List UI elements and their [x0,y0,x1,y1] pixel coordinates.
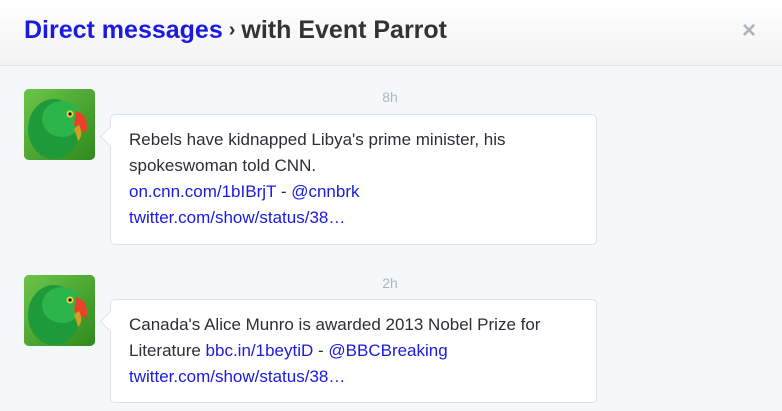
parrot-icon [24,89,95,160]
message-timestamp: 8h [382,89,398,105]
message-text: spokeswoman told CNN. [129,156,317,175]
avatar[interactable] [24,89,95,160]
parrot-icon [24,275,95,346]
breadcrumb-separator: › [228,19,236,41]
page-title: Direct messages › with Event Parrot [24,16,447,45]
short-link[interactable]: on.cnn.com/1bIBrjT [129,182,276,201]
message-timestamp: 2h [382,275,398,291]
mention-link[interactable]: @cnnbrk [291,182,359,201]
message-links: Literature bbc.in/1beytiD - @BBCBreaking [129,338,578,364]
avatar[interactable] [24,275,95,346]
message-text: Canada's Alice Munro is awarded 2013 Nob… [129,315,541,334]
direct-messages-link[interactable]: Direct messages [24,16,223,44]
dash: - [313,341,329,360]
status-link-line: twitter.com/show/status/38… [129,364,578,390]
message-text: Rebels have kidnapped Libya's prime mini… [129,130,506,149]
conversation-title: with Event Parrot [241,16,447,44]
message-links: on.cnn.com/1bIBrjT - @cnnbrk [129,179,578,205]
mention-link[interactable]: @BBCBreaking [328,341,447,360]
modal-header: Direct messages › with Event Parrot × [0,0,782,66]
message-bubble: Rebels have kidnapped Libya's prime mini… [110,114,597,245]
message-text: Literature [129,341,206,360]
status-link-line: twitter.com/show/status/38… [129,205,578,231]
message-bubble: Canada's Alice Munro is awarded 2013 Nob… [110,299,597,403]
short-link[interactable]: bbc.in/1beytiD [206,341,314,360]
status-link[interactable]: twitter.com/show/status/38… [129,208,345,227]
dash: - [276,182,292,201]
status-link[interactable]: twitter.com/show/status/38… [129,367,345,386]
close-icon[interactable]: × [738,19,760,43]
